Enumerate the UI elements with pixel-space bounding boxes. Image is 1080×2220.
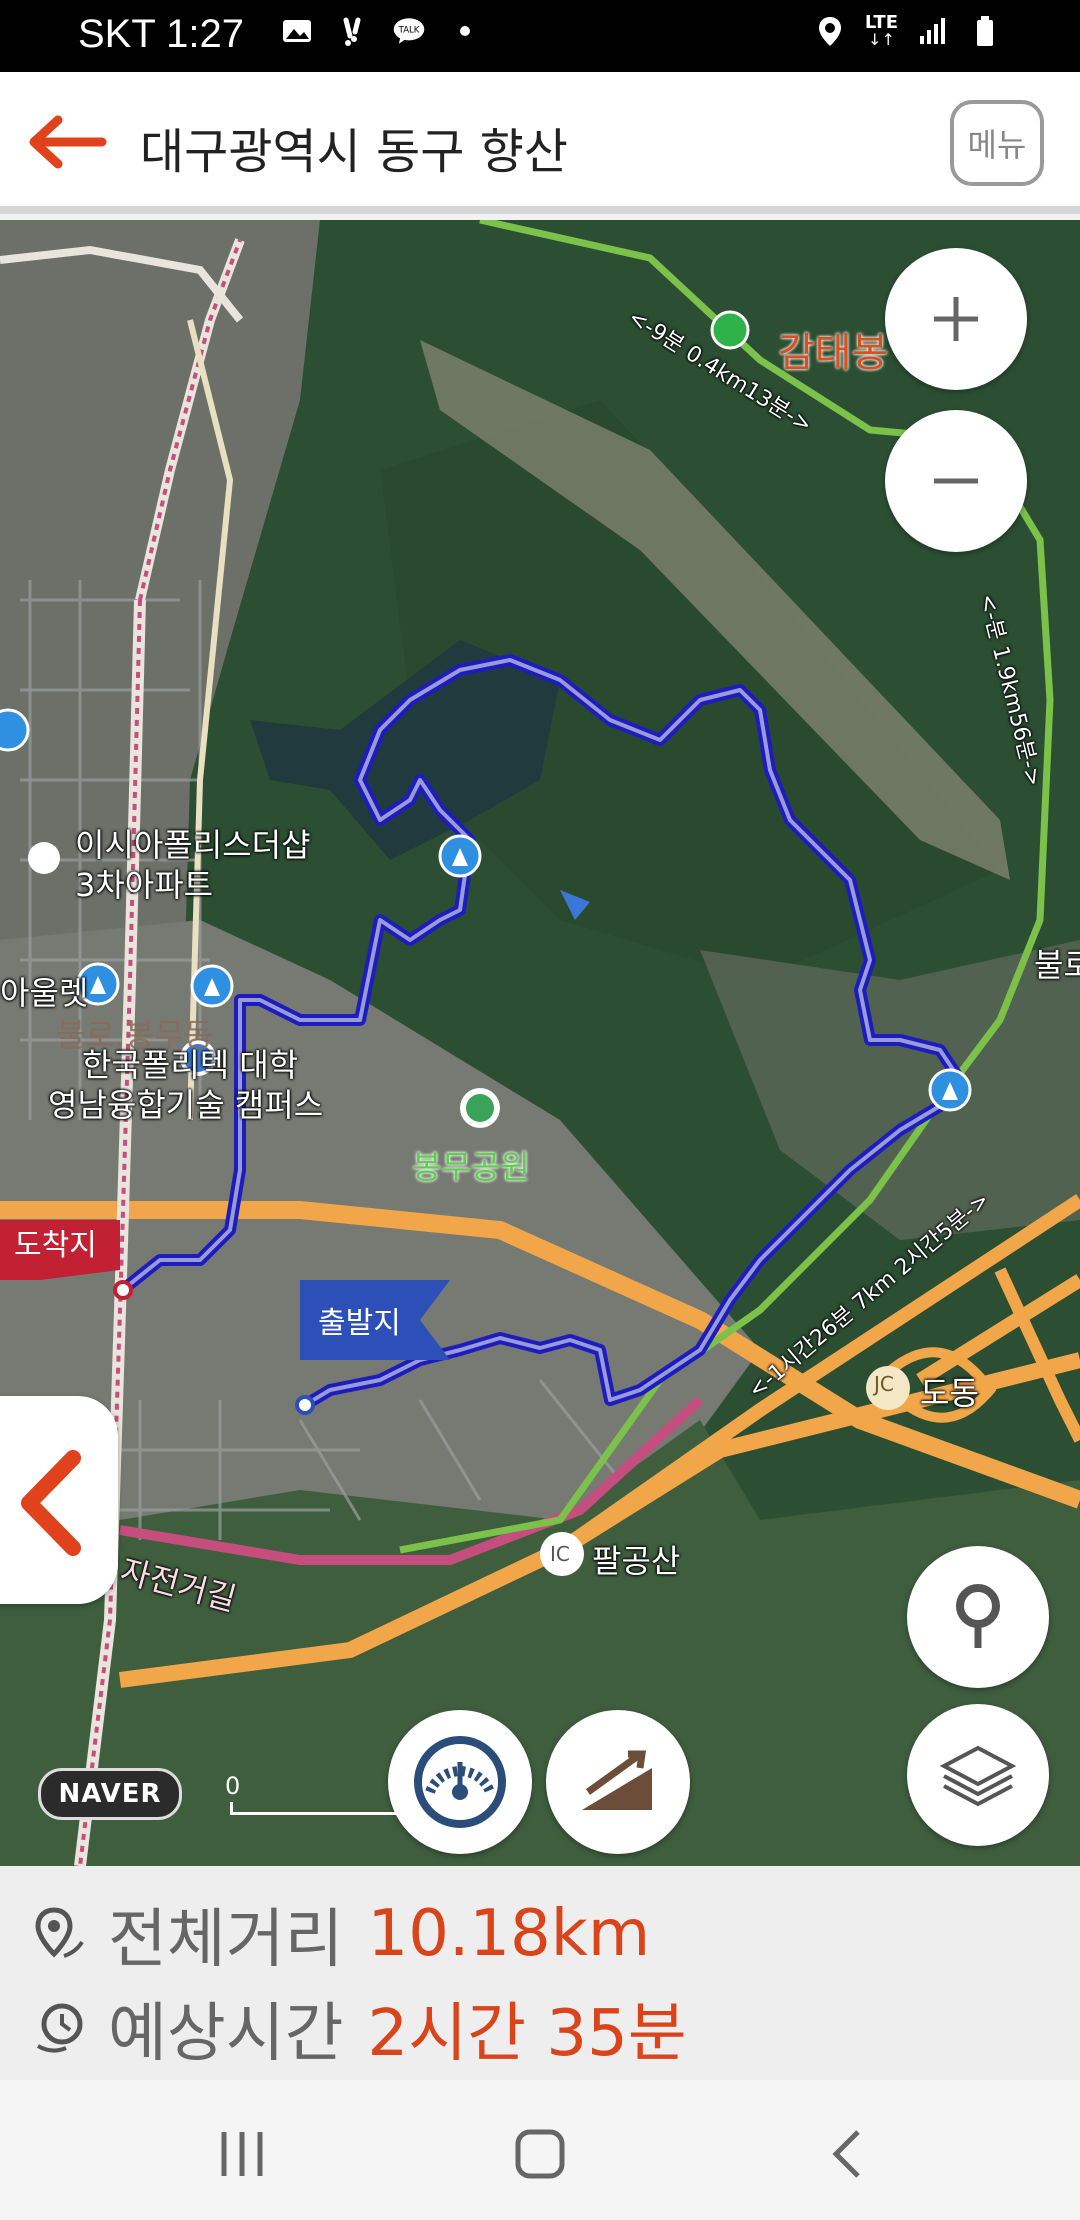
menu-button[interactable]: 메뉴 [950, 100, 1044, 186]
time-value: 2시간 35분 [367, 1997, 687, 2071]
map-label-college2: 영남융합기술 캠퍼스 [48, 1086, 324, 1124]
my-location-button[interactable] [907, 1546, 1049, 1688]
time-row: 예상시간 2시간 35분 [34, 1982, 687, 2074]
map-label-boro: 불로.봉무동 [56, 1016, 214, 1054]
status-left-icons: TALK [280, 14, 482, 48]
map-label-dodong: 도동 [920, 1374, 979, 1412]
zoom-out-button[interactable] [885, 410, 1027, 552]
distance-label: 전체거리 [108, 1903, 344, 1977]
map-label-gamtae: 감태봉 [778, 330, 889, 376]
back-arrow-icon[interactable] [22, 112, 112, 172]
ic-badge: IC [550, 1542, 570, 1566]
naver-logo: NAVER [38, 1768, 182, 1820]
jc-badge: JC [874, 1372, 894, 1396]
chevron-left-icon [21, 1450, 81, 1556]
signal-icon [920, 18, 945, 44]
minus-icon [934, 478, 978, 484]
map-label-isia2: 3차아파트 [75, 866, 214, 904]
map-label-boro2: 불로 [1034, 946, 1080, 984]
map-layers-button[interactable] [907, 1704, 1049, 1846]
speed-gauge-button[interactable] [388, 1710, 532, 1854]
distance-row: 전체거리 10.18km [34, 1888, 650, 1980]
talk-icon: TALK [393, 18, 425, 44]
scale-zero: 0 [225, 1772, 241, 1800]
scale-bar [230, 1802, 403, 1815]
start-flag[interactable]: 출발지 [318, 1298, 401, 1342]
page-title: 대구광역시 동구 향산 [140, 124, 568, 180]
layers-icon [939, 1745, 1017, 1807]
speedometer-icon [414, 1736, 506, 1828]
map-label-park: 봉무공원 [412, 1148, 530, 1186]
end-flag[interactable]: 도착지 [14, 1220, 97, 1264]
distance-value: 10.18km [367, 1897, 651, 1971]
app-bar: 대구광역시 동구 향산 메뉴 [0, 72, 1080, 214]
slope-icon [582, 1750, 652, 1810]
recent-apps-icon[interactable] [212, 2126, 272, 2182]
svg-text:TALK: TALK [398, 26, 420, 36]
status-bar: SKT 1:27 TALK LTE ↓↑ [0, 0, 1080, 72]
map-view[interactable]: 이시아폴리스더샵 3차아파트 아울렛 한국폴리텍 대학 영남융합기술 캠퍼스 봉… [0, 220, 1080, 1866]
location-icon [818, 17, 841, 46]
route-info-panel: 전체거리 10.18km 예상시간 2시간 35분 [0, 1866, 1080, 2080]
image-icon [283, 20, 311, 42]
home-icon[interactable] [510, 2124, 570, 2184]
route-distance-icon [35, 1907, 84, 1958]
location-pin-icon [956, 1584, 1000, 1648]
estimated-time-icon [37, 2003, 83, 2053]
elevation-button[interactable] [546, 1710, 690, 1854]
status-time: SKT 1:27 [78, 12, 245, 56]
side-panel-toggle[interactable] [0, 1396, 118, 1604]
lte-icon: LTE ↓↑ [864, 12, 898, 49]
dot-icon [460, 26, 470, 36]
notification-icon [343, 17, 361, 46]
battery-icon [977, 16, 993, 46]
time-label: 예상시간 [108, 1997, 344, 2071]
plus-icon [934, 297, 978, 341]
map-label-palgongsan: 팔공산 [592, 1542, 681, 1580]
system-back-icon[interactable] [818, 2126, 878, 2182]
status-right-icons: LTE ↓↑ [813, 14, 1002, 48]
map-label-outlet: 아울렛 [0, 974, 89, 1012]
zoom-in-button[interactable] [885, 248, 1027, 390]
system-nav-bar [0, 2080, 1080, 2220]
